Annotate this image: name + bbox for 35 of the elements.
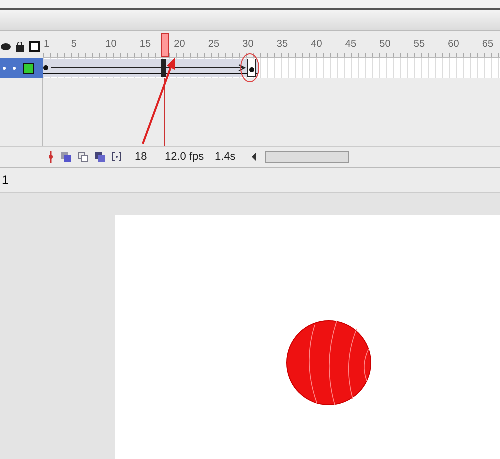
scene-label[interactable]: 1 [2, 173, 9, 187]
onion-marker-icon[interactable] [48, 151, 54, 163]
onion-skin-icon[interactable] [61, 152, 71, 162]
frame-number: 5 [71, 39, 77, 50]
frame-number: 1 [44, 39, 50, 50]
frame-ruler[interactable]: 1 5 10 15 20 25 30 35 40 45 50 55 60 65 [43, 35, 500, 58]
motion-tween[interactable] [43, 59, 258, 77]
frame-number: 20 [174, 39, 186, 50]
frame-number: 40 [311, 39, 322, 50]
scroll-left-icon[interactable] [251, 153, 257, 161]
frame-number: 55 [414, 39, 426, 50]
frame-number: 30 [242, 39, 254, 50]
playhead-line [164, 78, 165, 146]
lock-icon[interactable] [16, 42, 24, 52]
playhead[interactable] [161, 33, 169, 57]
markers-icon[interactable] [112, 152, 122, 162]
eye-icon[interactable] [1, 42, 11, 50]
frame-number: 25 [208, 39, 220, 50]
annotation-ellipse [240, 53, 260, 83]
layer-outline-icon[interactable] [23, 62, 34, 74]
frame-number: 35 [276, 39, 288, 50]
layer-controls[interactable] [0, 58, 43, 78]
frame-number: 65 [482, 39, 494, 50]
frame-number: 60 [448, 39, 460, 50]
edit-frames-icon[interactable] [95, 152, 105, 162]
frame-number: 15 [140, 39, 152, 50]
frame-rate: 12.0 fps [165, 151, 206, 163]
ball-drawing[interactable] [285, 319, 373, 407]
elapsed-time: 1.4s [215, 151, 237, 163]
frame-number: 50 [380, 39, 391, 50]
onion-outline-icon[interactable] [78, 152, 88, 162]
outline-icon[interactable] [29, 41, 40, 52]
frame-number: 10 [106, 39, 117, 50]
current-frame: 18 [135, 151, 165, 163]
frame-number: 45 [345, 39, 357, 50]
